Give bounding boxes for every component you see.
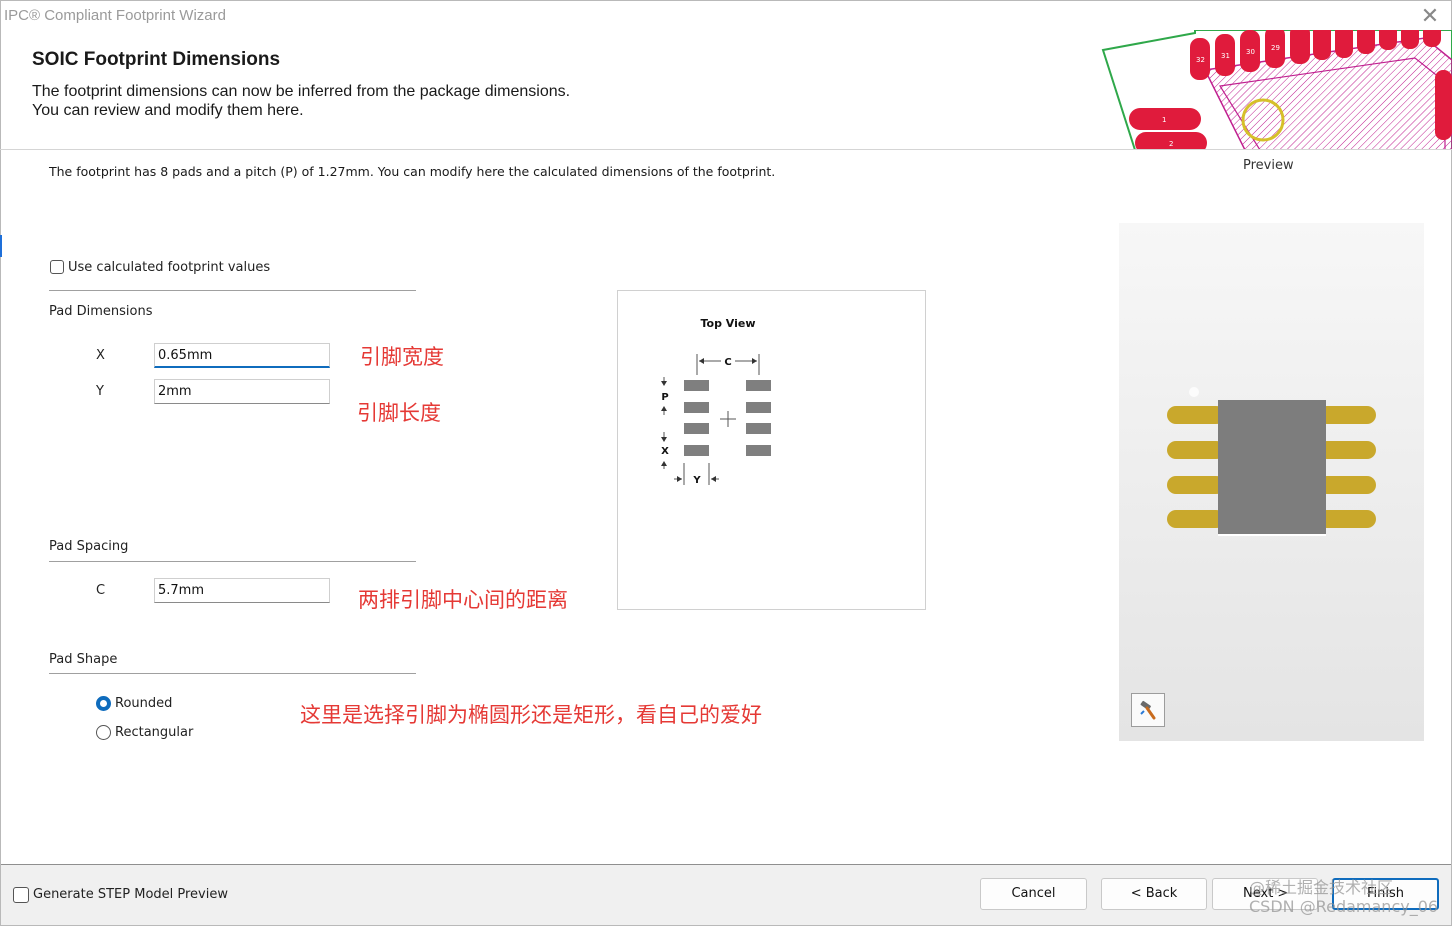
pad-x-label: X — [96, 348, 105, 363]
step-preview-checkbox[interactable] — [13, 887, 29, 903]
annotation-shape-note: 这里是选择引脚为椭圆形还是矩形，看自己的爱好 — [300, 703, 762, 727]
pad-dimensions-heading: Pad Dimensions — [49, 304, 153, 319]
diagram-pad — [746, 445, 771, 456]
diagram-label-y: Y — [692, 475, 701, 486]
diagram-pad — [746, 402, 771, 413]
footprint-info-text: The footprint has 8 pads and a pitch (P)… — [49, 164, 776, 179]
preview-pad — [1318, 406, 1376, 424]
pad-c-label: C — [96, 583, 106, 598]
preview-body — [1218, 400, 1326, 535]
step-preview-label: Generate STEP Model Preview — [33, 887, 228, 902]
pcb-pad-number: 31 — [1221, 52, 1230, 60]
page-description: The footprint dimensions can now be infe… — [32, 82, 570, 120]
preview-pad — [1167, 510, 1225, 528]
rounded-label: Rounded — [115, 696, 173, 711]
preview-tool-button[interactable] — [1131, 693, 1165, 727]
description-line-1: The footprint dimensions can now be infe… — [32, 83, 571, 100]
pcb-pad-number: 32 — [1196, 56, 1205, 64]
use-calculated-checkbox[interactable] — [50, 260, 64, 274]
diagram-label-c: C — [724, 357, 731, 368]
annotation-row-distance: 两排引脚中心间的距离 — [358, 588, 568, 612]
pad-c-input[interactable] — [154, 578, 330, 603]
preview-pad — [1318, 476, 1376, 494]
watermark-line-2: CSDN @Redamancy_06 — [1249, 897, 1439, 916]
top-view-svg: Top View C P X Y — [661, 317, 771, 486]
close-icon[interactable]: ✕ — [1416, 4, 1444, 30]
watermark: @稀土掘金技术社区 CSDN @Redamancy_06 — [1249, 878, 1438, 916]
diagram-label-p: P — [661, 392, 668, 403]
diagram-pad — [746, 380, 771, 391]
page-title: SOIC Footprint Dimensions — [32, 49, 281, 70]
diagram-pad — [684, 423, 709, 434]
hammer-icon — [1140, 700, 1156, 720]
window-title: IPC® Compliant Footprint Wizard — [4, 7, 226, 24]
rectangular-label: Rectangular — [115, 725, 194, 740]
pcb-pad-number: 30 — [1246, 48, 1255, 56]
divider — [49, 673, 416, 674]
annotation-pad-width: 引脚宽度 — [360, 345, 444, 369]
pcb-pad-number: 29 — [1271, 44, 1280, 52]
use-calculated-label: Use calculated footprint values — [68, 260, 271, 275]
diagram-pad — [684, 380, 709, 391]
header-separator — [0, 149, 1452, 150]
cancel-button[interactable]: Cancel — [980, 878, 1087, 910]
diagram-label-x: X — [661, 446, 669, 457]
divider — [49, 561, 416, 562]
pcb-header-art: 32 31 30 29 1 2 — [1101, 30, 1452, 150]
preview-pad — [1167, 441, 1225, 459]
preview-pad — [1167, 406, 1225, 424]
diagram-pad — [746, 423, 771, 434]
preview-pad — [1318, 441, 1376, 459]
left-accent-strip — [0, 235, 2, 257]
divider — [49, 290, 416, 291]
preview-pad — [1318, 510, 1376, 528]
footprint-3d-preview[interactable] — [1119, 223, 1424, 741]
top-view-diagram: Top View C P X Y — [617, 290, 926, 610]
pad-shape-heading: Pad Shape — [49, 652, 118, 667]
preview-label: Preview — [1243, 158, 1294, 173]
preview-svg — [1167, 387, 1376, 536]
rounded-radio[interactable] — [96, 696, 111, 711]
pad-spacing-heading: Pad Spacing — [49, 539, 129, 554]
diagram-pad — [684, 445, 709, 456]
pcb-pad-number: 1 — [1162, 116, 1166, 124]
top-view-title: Top View — [700, 317, 755, 330]
pad-y-input[interactable] — [154, 379, 330, 404]
rectangular-radio[interactable] — [96, 725, 111, 740]
watermark-line-1: @稀土掘金技术社区 — [1249, 878, 1394, 897]
description-line-2: You can review and modify them here. — [32, 102, 304, 119]
pcb-pad-number: 2 — [1169, 140, 1173, 148]
pad-y-label: Y — [96, 384, 104, 399]
back-button[interactable]: < Back — [1101, 878, 1207, 910]
diagram-pad — [684, 402, 709, 413]
annotation-pad-length: 引脚长度 — [357, 401, 441, 425]
pad-x-input[interactable] — [154, 343, 330, 368]
preview-pad — [1167, 476, 1225, 494]
